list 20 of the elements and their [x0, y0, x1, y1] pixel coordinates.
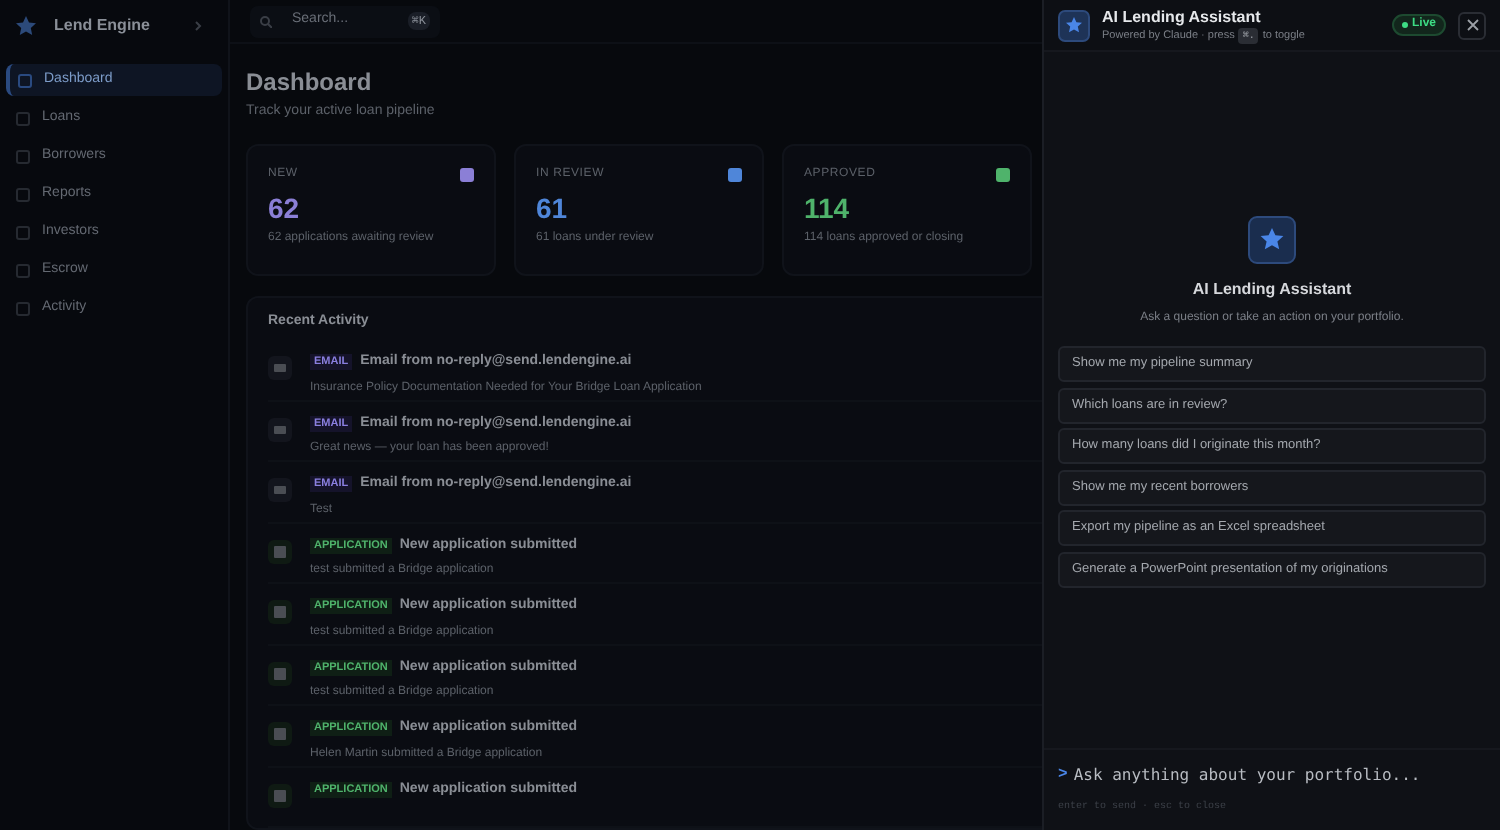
chevron-icon	[194, 20, 206, 32]
page-title: Dashboard	[246, 68, 372, 96]
nav-icon	[18, 73, 32, 87]
close-button[interactable]	[1458, 11, 1486, 39]
nav-icon	[16, 263, 30, 277]
brand-name: Lend Engine	[54, 14, 150, 38]
nav-icon	[16, 225, 30, 239]
nav-icon	[16, 187, 30, 201]
logo-icon	[14, 14, 38, 38]
nav-icon	[16, 149, 30, 163]
message-input[interactable]: > Ask anything about your portfolio...	[1058, 764, 1486, 789]
hero-title: AI Lending Assistant	[1192, 278, 1352, 302]
stat-value: 114	[804, 189, 852, 225]
nav-icon	[16, 111, 30, 125]
stat-value: 61	[536, 189, 570, 225]
search-icon	[260, 15, 272, 27]
stat-value: 62	[268, 189, 302, 225]
nav-icon	[16, 301, 30, 315]
close-icon	[1465, 18, 1479, 32]
assistant-title: AI Lending Assistant	[1102, 7, 1263, 27]
